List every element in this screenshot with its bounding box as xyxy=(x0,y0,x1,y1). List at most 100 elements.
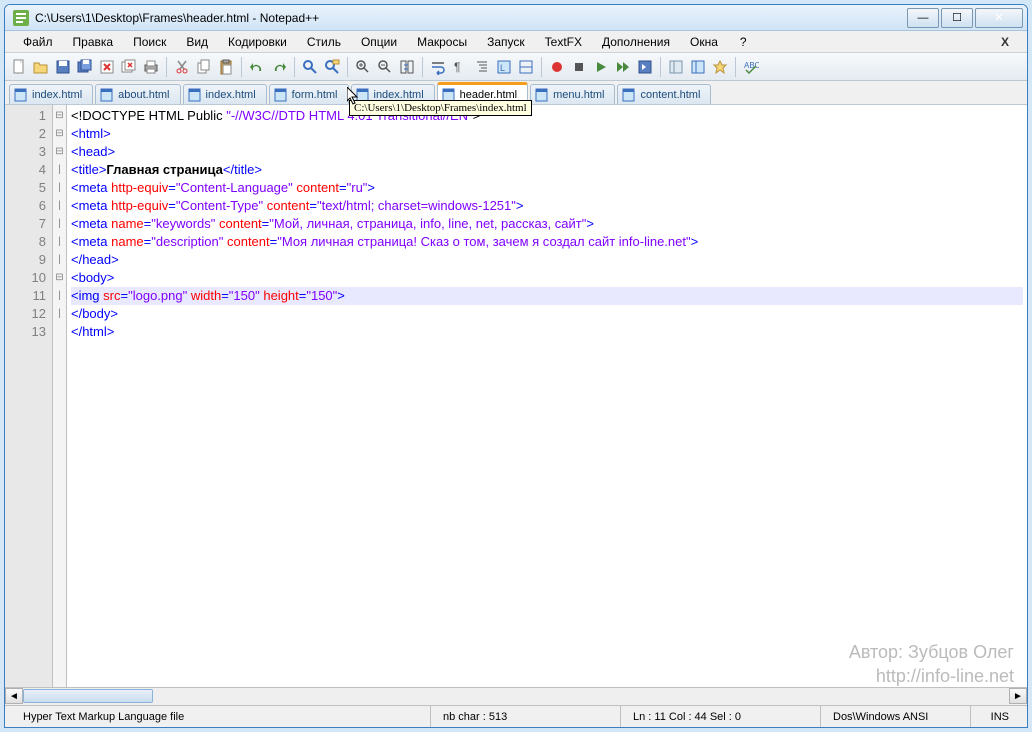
record-macro-button[interactable] xyxy=(547,57,567,77)
code-editor[interactable]: <!DOCTYPE HTML Public "-//W3C//DTD HTML … xyxy=(67,105,1027,687)
file-tab[interactable]: menu.html xyxy=(530,84,615,104)
file-tab-label: index.html xyxy=(206,89,256,101)
code-line[interactable]: <meta name="description" content="Моя ли… xyxy=(71,233,1023,251)
menu-options[interactable]: Опции xyxy=(351,33,407,51)
menu-encoding[interactable]: Кодировки xyxy=(218,33,297,51)
zoom-out-button[interactable] xyxy=(375,57,395,77)
file-tab[interactable]: index.html xyxy=(9,84,93,104)
paste-button[interactable] xyxy=(216,57,236,77)
file-tab[interactable]: form.html xyxy=(269,84,349,104)
show-all-chars-button[interactable]: ¶ xyxy=(450,57,470,77)
svg-text:L: L xyxy=(500,63,505,73)
menu-style[interactable]: Стиль xyxy=(297,33,351,51)
code-line[interactable]: <meta name="keywords" content="Мой, личн… xyxy=(71,215,1023,233)
status-encoding: Dos\Windows ANSI xyxy=(821,706,971,727)
menu-addons[interactable]: Дополнения xyxy=(592,33,680,51)
scroll-right-button[interactable]: ► xyxy=(1009,688,1027,704)
editor-area: 12345678910111213 ⊟⊟⊟||||||⊟|| <!DOCTYPE… xyxy=(5,105,1027,687)
code-line[interactable]: <meta http-equiv="Content-Language" cont… xyxy=(71,179,1023,197)
print-button[interactable] xyxy=(141,57,161,77)
find-button[interactable] xyxy=(300,57,320,77)
redo-button[interactable] xyxy=(269,57,289,77)
scroll-left-button[interactable]: ◄ xyxy=(5,688,23,704)
menu-help[interactable]: ? xyxy=(730,33,757,51)
spellcheck-button[interactable]: ABC xyxy=(741,57,761,77)
svg-text:ABC: ABC xyxy=(744,61,759,70)
save-macro-button[interactable] xyxy=(635,57,655,77)
status-charcount: nb char : 513 xyxy=(431,706,621,727)
close-file-button[interactable] xyxy=(97,57,117,77)
save-all-button[interactable] xyxy=(75,57,95,77)
code-line[interactable]: <html> xyxy=(71,125,1023,143)
close-button[interactable]: ✕ xyxy=(975,8,1023,28)
file-tab-label: index.html xyxy=(374,89,424,101)
indent-guide-button[interactable] xyxy=(472,57,492,77)
fold-column[interactable]: ⊟⊟⊟||||||⊟|| xyxy=(53,105,67,687)
statusbar: Hyper Text Markup Language file nb char … xyxy=(5,705,1027,727)
open-file-button[interactable] xyxy=(31,57,51,77)
menu-textfx[interactable]: TextFX xyxy=(535,33,592,51)
code-line[interactable]: <head> xyxy=(71,143,1023,161)
save-button[interactable] xyxy=(53,57,73,77)
new-file-button[interactable] xyxy=(9,57,29,77)
code-line[interactable]: <!DOCTYPE HTML Public "-//W3C//DTD HTML … xyxy=(71,107,1023,125)
undo-button[interactable] xyxy=(247,57,267,77)
minimize-button[interactable]: — xyxy=(907,8,939,28)
horizontal-scrollbar[interactable]: ◄ ► xyxy=(5,687,1027,705)
code-line[interactable]: <body> xyxy=(71,269,1023,287)
menubar: Файл Правка Поиск Вид Кодировки Стиль Оп… xyxy=(5,31,1027,53)
code-line[interactable]: <img src="logo.png" width="150" height="… xyxy=(71,287,1023,305)
file-icon xyxy=(274,88,288,102)
scroll-thumb[interactable] xyxy=(23,689,153,703)
menu-run[interactable]: Запуск xyxy=(477,33,535,51)
play-macro-button[interactable] xyxy=(591,57,611,77)
file-icon xyxy=(535,88,549,102)
doc-map-button[interactable] xyxy=(516,57,536,77)
file-tab[interactable]: index.html xyxy=(183,84,267,104)
maximize-button[interactable]: ☐ xyxy=(941,8,973,28)
toolbar: ¶ L ABC xyxy=(5,53,1027,81)
svg-text:¶: ¶ xyxy=(454,60,460,74)
menu-search[interactable]: Поиск xyxy=(123,33,176,51)
code-line[interactable]: <meta http-equiv="Content-Type" content=… xyxy=(71,197,1023,215)
cut-button[interactable] xyxy=(172,57,192,77)
status-position: Ln : 11 Col : 44 Sel : 0 xyxy=(621,706,821,727)
code-line[interactable]: </html> xyxy=(71,323,1023,341)
file-tab[interactable]: about.html xyxy=(95,84,180,104)
line-number-gutter: 12345678910111213 xyxy=(5,105,53,687)
close-all-button[interactable] xyxy=(119,57,139,77)
file-tab-label: index.html xyxy=(32,89,82,101)
wordwrap-button[interactable] xyxy=(428,57,448,77)
menu-macros[interactable]: Макросы xyxy=(407,33,477,51)
window-title: C:\Users\1\Desktop\Frames\header.html - … xyxy=(35,11,905,25)
menu-file[interactable]: Файл xyxy=(13,33,63,51)
zoom-in-button[interactable] xyxy=(353,57,373,77)
favorites-button[interactable] xyxy=(710,57,730,77)
titlebar[interactable]: C:\Users\1\Desktop\Frames\header.html - … xyxy=(5,5,1027,31)
file-tab-label: content.html xyxy=(640,89,700,101)
file-icon xyxy=(188,88,202,102)
play-multi-button[interactable] xyxy=(613,57,633,77)
menu-view[interactable]: Вид xyxy=(176,33,218,51)
file-icon xyxy=(622,88,636,102)
status-filetype: Hyper Text Markup Language file xyxy=(11,706,431,727)
code-line[interactable]: <title>Главная страница</title> xyxy=(71,161,1023,179)
user-lang-button[interactable]: L xyxy=(494,57,514,77)
copy-button[interactable] xyxy=(194,57,214,77)
explorer-button[interactable] xyxy=(688,57,708,77)
file-tab[interactable]: content.html xyxy=(617,84,711,104)
scroll-track[interactable] xyxy=(23,688,1009,705)
file-icon xyxy=(100,88,114,102)
replace-button[interactable] xyxy=(322,57,342,77)
code-line[interactable]: </head> xyxy=(71,251,1023,269)
menu-edit[interactable]: Правка xyxy=(63,33,124,51)
sync-scroll-button[interactable] xyxy=(397,57,417,77)
file-icon xyxy=(14,88,28,102)
file-tab-label: menu.html xyxy=(553,89,604,101)
stop-macro-button[interactable] xyxy=(569,57,589,77)
code-line[interactable]: </body> xyxy=(71,305,1023,323)
menubar-close-x[interactable]: X xyxy=(991,33,1019,51)
light-explorer-button[interactable] xyxy=(666,57,686,77)
menu-windows[interactable]: Окна xyxy=(680,33,728,51)
file-tab-label: about.html xyxy=(118,89,169,101)
